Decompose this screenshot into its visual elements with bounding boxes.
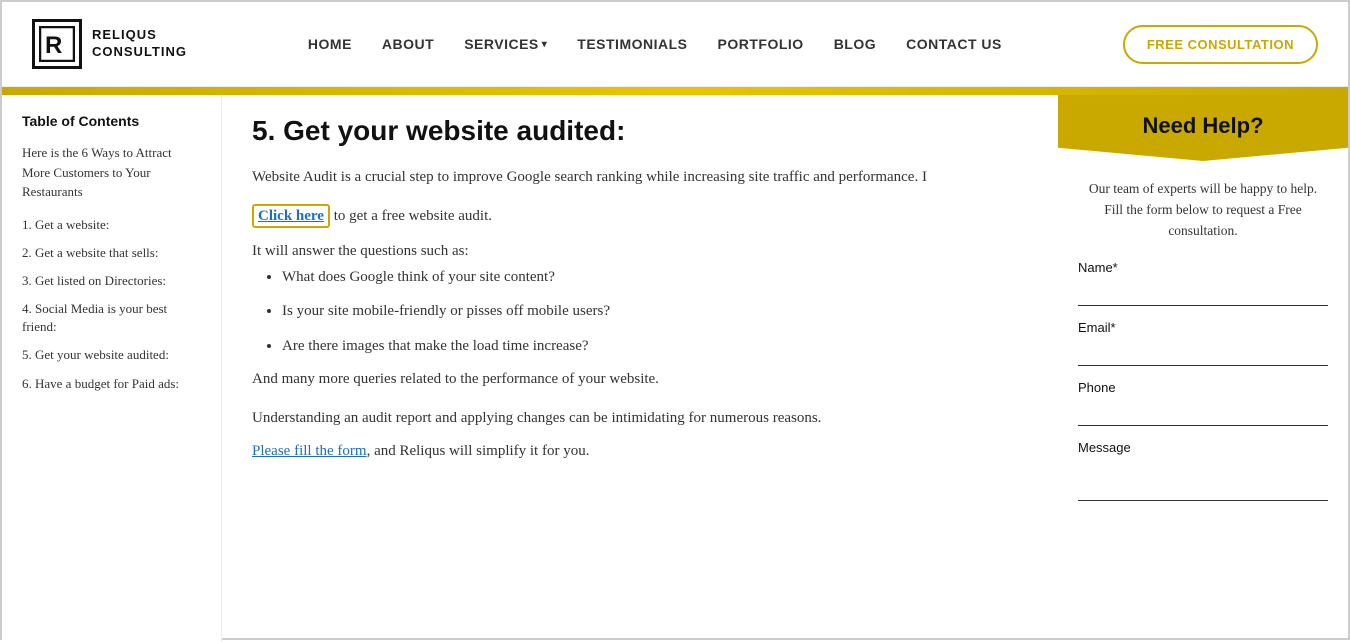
form-label-name: Name*: [1078, 260, 1328, 275]
form-description: Our team of experts will be happy to hel…: [1058, 179, 1348, 242]
nav-item-home[interactable]: HOME: [308, 36, 352, 52]
main-content: Table of Contents Here is the 6 Ways to …: [2, 95, 1348, 642]
toc-item[interactable]: 3. Get listed on Directories:: [22, 272, 201, 290]
form-field-name: Name*: [1058, 260, 1348, 306]
email-input[interactable]: [1078, 341, 1328, 366]
article-para1: Website Audit is a crucial step to impro…: [252, 165, 1023, 190]
name-input[interactable]: [1078, 281, 1328, 306]
please-suffix: , and Reliqus will simplify it for you.: [367, 443, 590, 459]
article-please: Please fill the form, and Reliqus will s…: [252, 439, 1023, 464]
logo-text: RELIQUS CONSULTING: [92, 27, 187, 61]
toc-intro: Here is the 6 Ways to Attract More Custo…: [22, 143, 201, 202]
sidebar-toc: Table of Contents Here is the 6 Ways to …: [2, 95, 222, 642]
form-sidebar: Need Help? Our team of experts will be h…: [1058, 95, 1348, 642]
need-help-header: Need Help?: [1058, 95, 1348, 161]
toc-item[interactable]: 2. Get a website that sells:: [22, 244, 201, 262]
free-consultation-button[interactable]: FREE CONSULTATION: [1123, 25, 1318, 64]
article-click-here-para: Click here to get a free website audit.: [252, 204, 1023, 229]
form-field-phone: Phone: [1058, 380, 1348, 426]
svg-text:R: R: [45, 32, 62, 59]
please-fill-link[interactable]: Please fill the form: [252, 443, 367, 459]
form-field-email: Email*: [1058, 320, 1348, 366]
chevron-down-icon: ▾: [542, 39, 548, 50]
article-more: And many more queries related to the per…: [252, 371, 1023, 388]
logo-icon: R: [32, 19, 82, 69]
nav-item-about[interactable]: ABOUT: [382, 36, 434, 52]
toc-item[interactable]: 5. Get your website audited:: [22, 346, 201, 364]
gold-bar: [2, 87, 1348, 95]
toc-title: Table of Contents: [22, 113, 201, 129]
article-subtext: It will answer the questions such as:: [252, 243, 1023, 260]
nav-links: HOME ABOUT SERVICES ▾ TESTIMONIALS PORTF…: [308, 36, 1002, 52]
bullet-item: Are there images that make the load time…: [282, 335, 1023, 358]
bullet-list: What does Google think of your site cont…: [282, 266, 1023, 358]
bullet-item: Is your site mobile-friendly or pisses o…: [282, 300, 1023, 323]
navbar: R RELIQUS CONSULTING HOME ABOUT SERVICES…: [2, 2, 1348, 87]
bullet-item: What does Google think of your site cont…: [282, 266, 1023, 289]
toc-list: 1. Get a website: 2. Get a website that …: [22, 216, 201, 393]
nav-item-portfolio[interactable]: PORTFOLIO: [718, 36, 804, 52]
click-here-link[interactable]: Click here: [252, 204, 330, 228]
form-label-message: Message: [1078, 440, 1328, 455]
nav-item-contact[interactable]: CONTACT US: [906, 36, 1002, 52]
toc-item[interactable]: 4. Social Media is your best friend:: [22, 300, 201, 336]
form-label-phone: Phone: [1078, 380, 1328, 395]
message-input[interactable]: [1078, 461, 1328, 501]
nav-item-services[interactable]: SERVICES ▾: [464, 36, 547, 52]
phone-input[interactable]: [1078, 401, 1328, 426]
form-field-message: Message: [1058, 440, 1348, 506]
nav-item-blog[interactable]: BLOG: [834, 36, 876, 52]
click-here-suffix: to get a free website audit.: [330, 208, 492, 224]
nav-item-testimonials[interactable]: TESTIMONIALS: [577, 36, 687, 52]
form-label-email: Email*: [1078, 320, 1328, 335]
toc-item[interactable]: 1. Get a website:: [22, 216, 201, 234]
article-understanding: Understanding an audit report and applyi…: [252, 406, 1023, 431]
article-heading: 5. Get your website audited:: [252, 115, 1023, 147]
logo[interactable]: R RELIQUS CONSULTING: [32, 19, 187, 69]
article-content: 5. Get your website audited: Website Aud…: [222, 95, 1058, 642]
toc-item[interactable]: 6. Have a budget for Paid ads:: [22, 375, 201, 393]
